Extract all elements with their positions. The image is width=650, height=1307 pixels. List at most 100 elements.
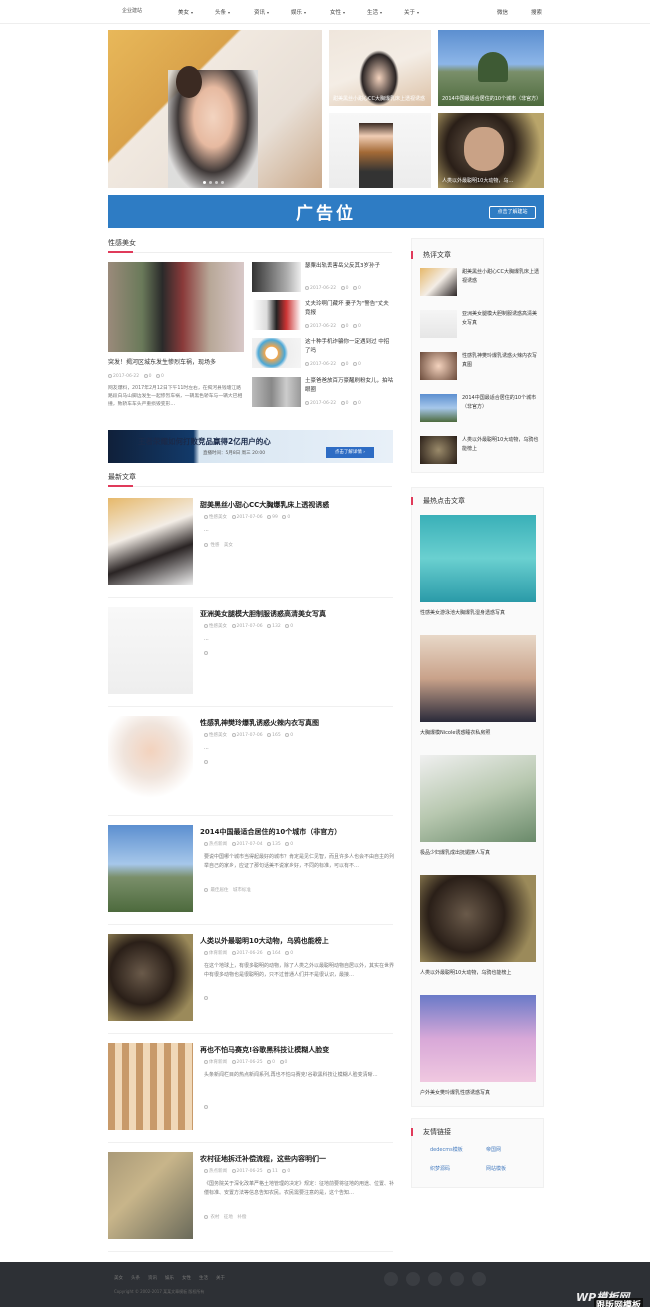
friend-link[interactable]: dedecms模板 <box>430 1146 463 1153</box>
footer-link[interactable]: 关于 <box>216 1275 225 1281</box>
list-thumb[interactable] <box>252 338 301 368</box>
hot-title[interactable]: 甜美黑丝小甜心CC大胸爆乳床上透视诱惑 <box>462 268 540 286</box>
article-thumb[interactable] <box>108 934 193 1021</box>
article-title[interactable]: 性感乳神樊玲爆乳诱惑火辣内衣写真图 <box>200 718 319 728</box>
site-logo[interactable]: 企业建站 <box>122 7 142 14</box>
watermark-2: 跟版网模板 <box>594 1298 644 1307</box>
popular-item[interactable]: 极品少妇爆乳成出抚媚撩人写真 <box>420 755 536 865</box>
friend-link[interactable]: 织梦源码 <box>430 1165 450 1172</box>
list-item-title[interactable]: 丈夫玲啊门藏坏 妻子为"警告"丈夫竟报 <box>305 300 393 318</box>
feature-title[interactable]: 突发！揭河区城东发生惨烈车祸，现场多 <box>108 358 244 367</box>
hot-thumb[interactable] <box>420 310 457 338</box>
popular-title[interactable]: 户外美女樊玲爆乳性感诱惑写真 <box>420 1089 540 1098</box>
list-thumb[interactable] <box>252 300 301 330</box>
article-thumb[interactable] <box>108 825 193 912</box>
popular-thumb[interactable] <box>420 995 536 1082</box>
nav-item-6[interactable]: 生活 <box>367 8 383 16</box>
hot-item[interactable]: 人类以外最聪明10大动物，乌鸦也能榜上 <box>420 436 540 466</box>
list-thumb[interactable] <box>252 377 301 407</box>
share-icon[interactable] <box>384 1272 398 1286</box>
list-item-meta: 2017-06-22 0 0 <box>305 285 361 291</box>
popular-thumb[interactable] <box>420 875 536 962</box>
article-thumb[interactable] <box>108 498 193 585</box>
article-title[interactable]: 农村征地拆迁补偿流程，这些内容明们一 <box>200 1154 326 1164</box>
popular-thumb[interactable] <box>420 515 536 602</box>
list-item-meta: 2017-06-22 0 0 <box>305 361 361 367</box>
section-divider <box>108 486 392 487</box>
list-item-title[interactable]: 瑟粟出轨丢害岳父反其3岁孙子 <box>305 262 393 271</box>
article-tags: 性感 美女 <box>204 542 233 548</box>
footer-link[interactable]: 资讯 <box>148 1275 157 1281</box>
nav-item-4[interactable]: 娱乐 <box>291 8 307 16</box>
hot-title[interactable]: 亚洲美女腿模大胆制服诱惑高清美女写真 <box>462 310 540 328</box>
article-thumb[interactable] <box>108 607 193 694</box>
nav-item-5[interactable]: 女性 <box>330 8 346 16</box>
slider-dots[interactable] <box>203 181 224 184</box>
footer-link[interactable]: 头条 <box>131 1275 140 1281</box>
ad-button[interactable]: 点击了解建站 <box>489 206 536 219</box>
list-thumb[interactable] <box>252 262 301 292</box>
nav-item-2[interactable]: 头条 <box>215 8 231 16</box>
popular-title[interactable]: 性感美女游泳池大胸爆乳湿身透惑写真 <box>420 609 540 618</box>
copyright: Copyright © 2002-2017 某某文章模板 版权所有 <box>114 1289 205 1294</box>
share-icon[interactable] <box>428 1272 442 1286</box>
article-title[interactable]: 甜美黑丝小甜心CC大胸爆乳床上透视诱惑 <box>200 500 329 510</box>
friend-link[interactable]: 帝国网 <box>486 1146 501 1153</box>
footer-link[interactable]: 美女 <box>114 1275 123 1281</box>
article-title[interactable]: 亚洲美女腿模大胆制服诱惑高清美女写真 <box>200 609 326 619</box>
friend-link[interactable]: 网站模板 <box>486 1165 506 1172</box>
footer-link[interactable]: 生活 <box>199 1275 208 1281</box>
slider-thumb-2[interactable]: 2014中国最适合居住的10个城市（非官方） <box>438 30 544 106</box>
hot-item[interactable]: 甜美黑丝小甜心CC大胸爆乳床上透视诱惑 <box>420 268 540 298</box>
ad-banner[interactable]: 广告位 点击了解建站 <box>108 195 544 228</box>
hot-title[interactable]: 人类以外最聪明10大动物，乌鸦也能榜上 <box>462 436 540 454</box>
list-item-title[interactable]: 土豪爸爸放百万豪醒刷粉女儿，拍咕眼圈 <box>305 377 393 395</box>
hot-title[interactable]: 性感乳神樊玲爆乳诱惑火辣内衣写真图 <box>462 352 540 370</box>
eye-icon <box>267 514 272 519</box>
nav-item-7[interactable]: 关于 <box>404 8 420 16</box>
article-title[interactable]: 再也不怕马赛克!谷歌黑科技让模糊人脸变 <box>200 1045 329 1055</box>
links-heading: 友情链接 <box>423 1128 451 1136</box>
list-item-title[interactable]: 这十种手机诈骗你一定遇到过 中招了吗 <box>305 338 393 356</box>
article-title[interactable]: 2014中国最适合居住的10个城市（非官方） <box>200 827 341 837</box>
article-thumb[interactable] <box>108 716 193 803</box>
slider-thumb-3[interactable] <box>329 113 431 188</box>
nav-item-1[interactable]: 美女 <box>178 8 194 16</box>
hot-item[interactable]: 性感乳神樊玲爆乳诱惑火辣内衣写真图 <box>420 352 540 382</box>
hot-thumb[interactable] <box>420 268 457 296</box>
hot-thumb[interactable] <box>420 436 457 464</box>
hot-item[interactable]: 亚洲美女腿模大胆制服诱惑高清美女写真 <box>420 310 540 340</box>
promo-button[interactable]: 点击了解详情 › <box>326 447 374 458</box>
article-title[interactable]: 人类以外最聪明10大动物，乌鸦也能榜上 <box>200 936 329 946</box>
hot-item[interactable]: 2014中国最适合居住的10个城市（非官方） <box>420 394 540 424</box>
slider-main-image[interactable] <box>108 30 322 188</box>
article-thumb[interactable] <box>108 1043 193 1130</box>
nav-item-3[interactable]: 资讯 <box>254 8 270 16</box>
popular-title[interactable]: 大胸爆模Nicole诱惑睡衣私房照 <box>420 729 540 738</box>
popular-title[interactable]: 人类以外最聪明10大动物，乌鸦也能榜上 <box>420 969 540 978</box>
search-link[interactable]: 搜索 <box>531 8 542 16</box>
share-icon[interactable] <box>472 1272 486 1286</box>
popular-title[interactable]: 极品少妇爆乳成出抚媚撩人写真 <box>420 849 540 858</box>
hot-thumb[interactable] <box>420 394 457 422</box>
share-icon[interactable] <box>450 1272 464 1286</box>
popular-thumb[interactable] <box>420 635 536 722</box>
popular-item[interactable]: 性感美女游泳池大胸爆乳湿身透惑写真 <box>420 515 536 625</box>
popular-thumb[interactable] <box>420 755 536 842</box>
feature-image[interactable] <box>108 262 244 352</box>
footer-link[interactable]: 娱乐 <box>165 1275 174 1281</box>
slider-thumb-4[interactable]: 人类以外最聪明10大动物，乌… <box>438 113 544 188</box>
promo-banner[interactable]: 王者荣耀如何打败竞品赢得2亿用户的心 直播时间：5月8日 周三 20:00 点击… <box>108 430 393 463</box>
article-thumb[interactable] <box>108 1152 193 1239</box>
slider-thumb-1[interactable]: 甜美黑丝小甜心CC大胸爆乳床上透视诱惑 <box>329 30 431 106</box>
popular-item[interactable]: 户外美女樊玲爆乳性感诱惑写真 <box>420 995 536 1105</box>
article-desc: ... <box>204 745 209 751</box>
popular-item[interactable]: 人类以外最聪明10大动物，乌鸦也能榜上 <box>420 875 536 985</box>
hot-thumb[interactable] <box>420 352 457 380</box>
wechat-link[interactable]: 微信 <box>497 8 508 16</box>
hot-title[interactable]: 2014中国最适合居住的10个城市（非官方） <box>462 394 540 412</box>
chevron-down-icon <box>191 11 194 14</box>
footer-link[interactable]: 女性 <box>182 1275 191 1281</box>
popular-item[interactable]: 大胸爆模Nicole诱惑睡衣私房照 <box>420 635 536 745</box>
share-icon[interactable] <box>406 1272 420 1286</box>
